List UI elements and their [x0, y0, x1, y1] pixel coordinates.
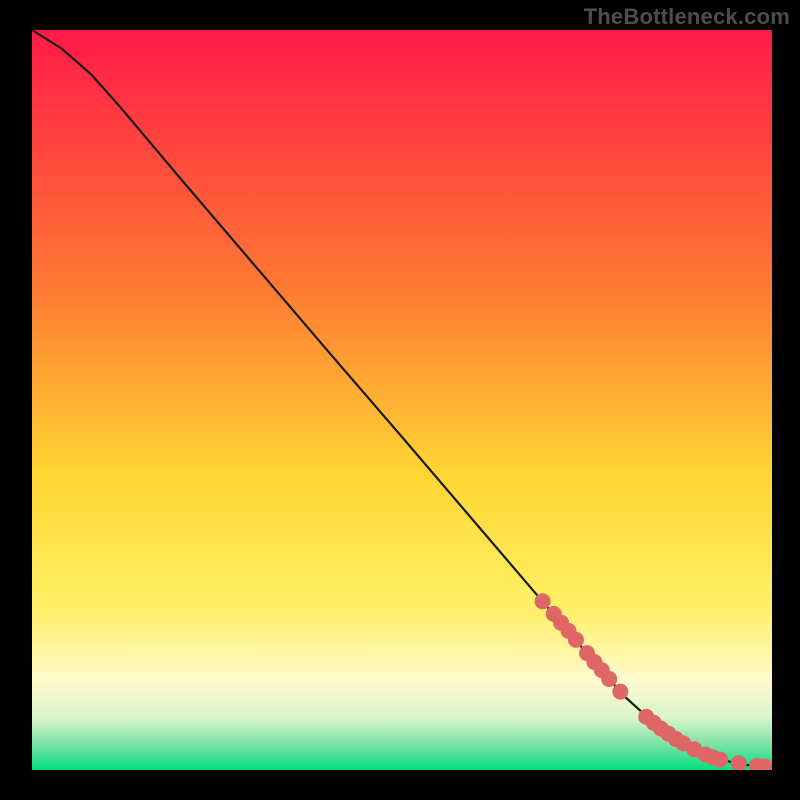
- chart-svg: [32, 30, 772, 770]
- data-marker: [535, 593, 551, 609]
- chart-frame: TheBottleneck.com: [0, 0, 800, 800]
- gradient-rect: [32, 30, 772, 770]
- data-marker: [612, 684, 628, 700]
- plot-area: [32, 30, 772, 770]
- watermark-text: TheBottleneck.com: [584, 4, 790, 30]
- data-marker: [568, 632, 584, 648]
- data-marker: [601, 671, 617, 687]
- data-marker: [712, 752, 728, 768]
